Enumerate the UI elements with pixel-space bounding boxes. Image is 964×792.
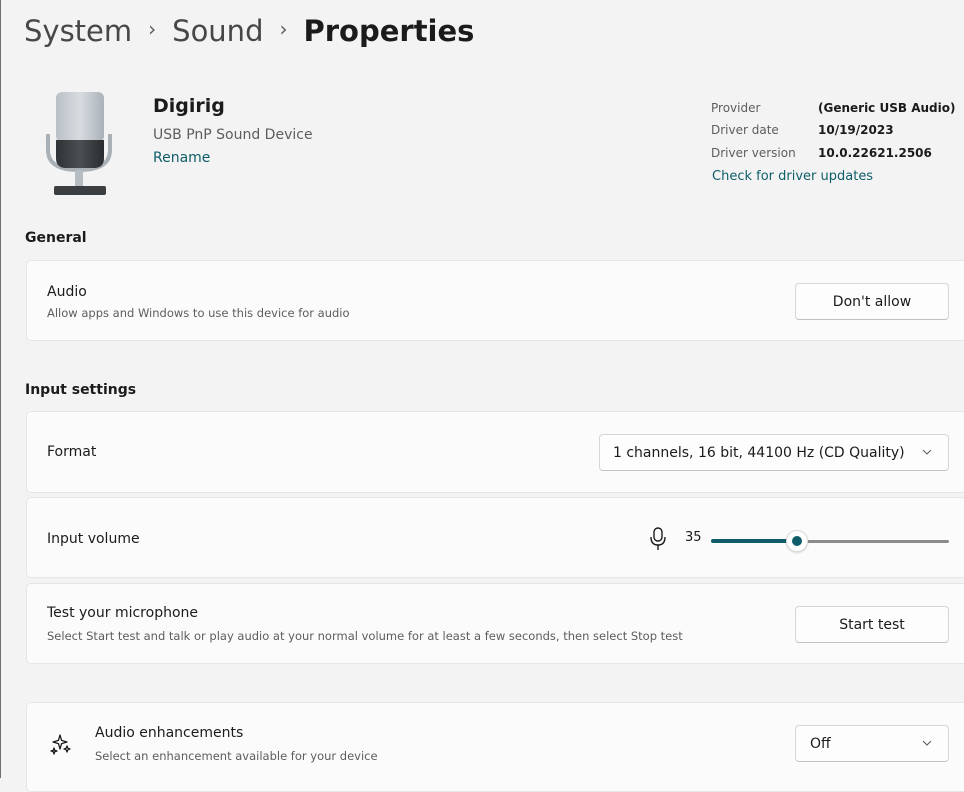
format-dropdown[interactable]: 1 channels, 16 bit, 44100 Hz (CD Quality…: [599, 434, 949, 471]
audio-enhancements-selected-value: Off: [810, 735, 831, 752]
check-driver-updates-link[interactable]: Check for driver updates: [712, 169, 873, 184]
format-title: Format: [47, 444, 97, 460]
driver-version-label: Driver version: [711, 146, 796, 160]
input-volume-card: Input volume: [26, 497, 964, 578]
audio-enhancements-dropdown[interactable]: Off: [795, 725, 949, 762]
rename-link[interactable]: Rename: [153, 150, 210, 166]
device-description: USB PnP Sound Device: [153, 127, 313, 143]
driver-version-value: 10.0.22621.2506: [818, 146, 932, 160]
audio-description: Allow apps and Windows to use this devic…: [47, 306, 350, 320]
section-title-general: General: [25, 230, 87, 246]
input-volume-title: Input volume: [47, 531, 140, 547]
dont-allow-button[interactable]: Don't allow: [795, 283, 949, 320]
breadcrumb-sound[interactable]: Sound: [172, 14, 263, 48]
audio-enhancements-card: Audio enhancements Select an enhancement…: [26, 702, 964, 792]
microphone-device-icon: [46, 92, 112, 195]
format-card: Format 1 channels, 16 bit, 44100 Hz (CD …: [26, 411, 964, 493]
sparkle-enhancement-icon: [50, 734, 71, 755]
volume-slider-thumb[interactable]: [786, 530, 808, 552]
device-name: Digirig: [153, 95, 225, 117]
section-title-input-settings: Input settings: [25, 382, 137, 398]
provider-label: Provider: [711, 101, 761, 115]
chevron-down-icon: [922, 449, 932, 455]
driver-date-label: Driver date: [711, 123, 779, 137]
breadcrumb-separator: ›: [279, 17, 288, 41]
volume-slider-thumb-dot: [792, 536, 802, 546]
microphone-icon[interactable]: [649, 526, 667, 552]
breadcrumb-separator: ›: [148, 17, 157, 41]
audio-enhancements-description: Select an enhancement available for your…: [95, 749, 378, 763]
volume-slider-filled[interactable]: [711, 539, 797, 543]
audio-title: Audio: [47, 284, 87, 300]
test-microphone-title: Test your microphone: [47, 605, 198, 621]
driver-date-value: 10/19/2023: [818, 123, 894, 137]
input-volume-value: 35: [685, 530, 702, 545]
audio-enhancements-title: Audio enhancements: [95, 725, 244, 741]
breadcrumb: System › Sound › Properties: [24, 8, 474, 54]
test-microphone-description: Select Start test and talk or play audio…: [47, 629, 683, 643]
format-selected-value: 1 channels, 16 bit, 44100 Hz (CD Quality…: [613, 444, 905, 461]
volume-slider-track[interactable]: [800, 540, 949, 543]
test-microphone-card: Test your microphone Select Start test a…: [26, 583, 964, 664]
provider-value: (Generic USB Audio): [818, 101, 956, 115]
breadcrumb-system[interactable]: System: [24, 14, 132, 48]
chevron-down-icon: [922, 740, 932, 746]
start-test-button[interactable]: Start test: [795, 606, 949, 643]
window-left-border: [0, 0, 1, 778]
breadcrumb-properties: Properties: [303, 14, 475, 48]
audio-card: Audio Allow apps and Windows to use this…: [26, 260, 964, 341]
